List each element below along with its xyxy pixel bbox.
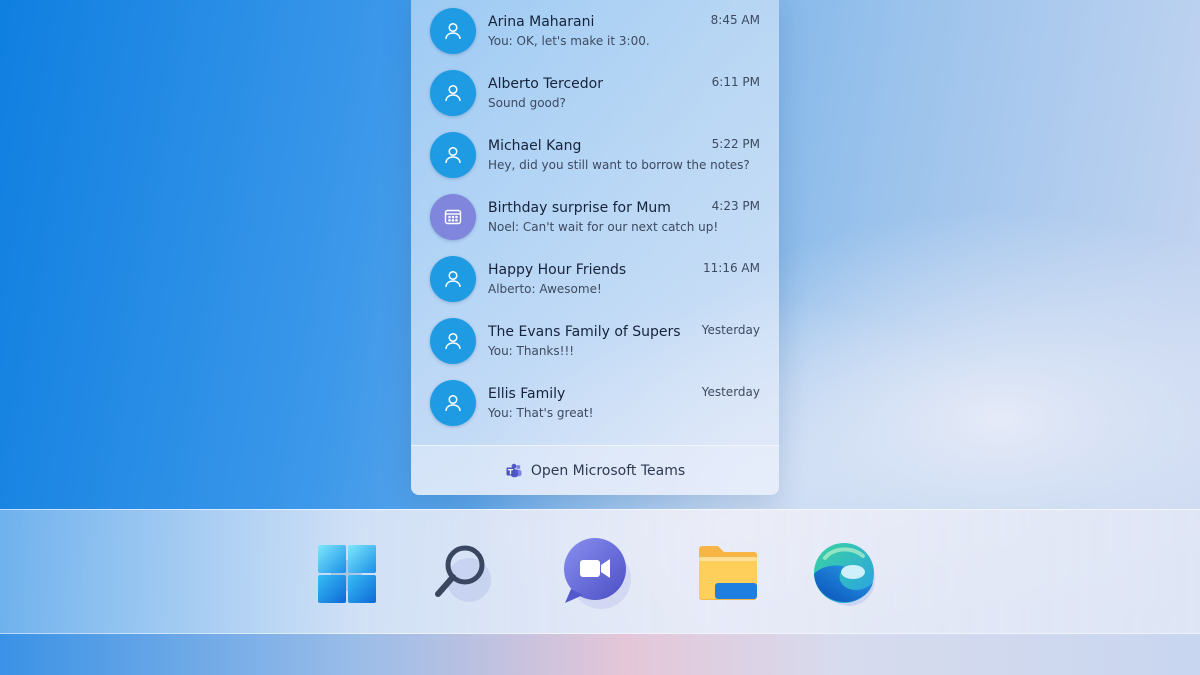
person-avatar-icon (430, 70, 476, 116)
chat-name: Arina Maharani (488, 14, 595, 30)
chat-item[interactable]: Alberto Tercedor Sound good? 6:11 PM (411, 62, 779, 124)
teams-chat-button[interactable] (555, 510, 635, 635)
teams-chat-icon (564, 537, 631, 609)
person-avatar-icon (430, 132, 476, 178)
chat-preview: You: That's great! (488, 406, 594, 420)
chat-item[interactable]: Ellis Family You: That's great! Yesterda… (411, 372, 779, 434)
teams-chat-flyout: Arina Maharani You: OK, let's make it 3:… (411, 0, 779, 495)
open-teams-label: Open Microsoft Teams (530, 462, 686, 479)
chat-item[interactable]: Arina Maharani You: OK, let's make it 3:… (411, 0, 779, 62)
edge-browser-button[interactable] (804, 510, 884, 635)
chat-preview: Alberto: Awesome! (488, 282, 602, 296)
search-icon (435, 545, 491, 602)
chat-time: Yesterday (701, 323, 760, 337)
chat-item[interactable]: Michael Kang Hey, did you still want to … (411, 124, 779, 186)
search-button[interactable] (422, 510, 502, 635)
chat-time: 8:45 AM (710, 13, 760, 27)
chat-time: 6:11 PM (711, 75, 760, 89)
chat-item[interactable]: Happy Hour Friends Alberto: Awesome! 11:… (411, 248, 779, 310)
chat-name: Ellis Family (488, 386, 566, 402)
chat-list: Arina Maharani You: OK, let's make it 3:… (411, 0, 779, 434)
chat-item[interactable]: The Evans Family of Supers You: Thanks!!… (411, 310, 779, 372)
chat-time: 5:22 PM (711, 137, 760, 151)
chat-time: 4:23 PM (711, 199, 760, 213)
chat-name: Happy Hour Friends (488, 262, 627, 278)
edge-browser-icon (814, 542, 875, 606)
file-explorer-button[interactable] (688, 510, 768, 635)
person-avatar-icon (430, 256, 476, 302)
open-teams-button[interactable]: Open Microsoft Teams (411, 445, 779, 495)
chat-time: 11:16 AM (703, 261, 760, 275)
chat-name: The Evans Family of Supers (488, 324, 681, 340)
chat-item[interactable]: Birthday surprise for Mum Noel: Can't wa… (411, 186, 779, 248)
chat-time: Yesterday (701, 385, 760, 399)
chat-name: Birthday surprise for Mum (488, 200, 671, 216)
person-avatar-icon (430, 8, 476, 54)
file-explorer-icon (699, 545, 757, 600)
calendar-avatar-icon (430, 194, 476, 240)
start-button[interactable] (306, 510, 386, 635)
chat-preview: Noel: Can't wait for our next catch up! (488, 220, 719, 234)
chat-name: Michael Kang (488, 138, 582, 154)
chat-preview: Hey, did you still want to borrow the no… (488, 158, 750, 172)
windows-start-icon (318, 544, 376, 603)
chat-preview: You: Thanks!!! (488, 344, 575, 358)
taskbar (0, 509, 1200, 634)
chat-preview: You: OK, let's make it 3:00. (488, 34, 650, 48)
chat-preview: Sound good? (488, 96, 566, 110)
person-avatar-icon (430, 318, 476, 364)
desktop-wallpaper-bottom (0, 634, 1200, 675)
teams-icon (506, 463, 522, 477)
chat-name: Alberto Tercedor (488, 76, 603, 92)
person-avatar-icon (430, 380, 476, 426)
